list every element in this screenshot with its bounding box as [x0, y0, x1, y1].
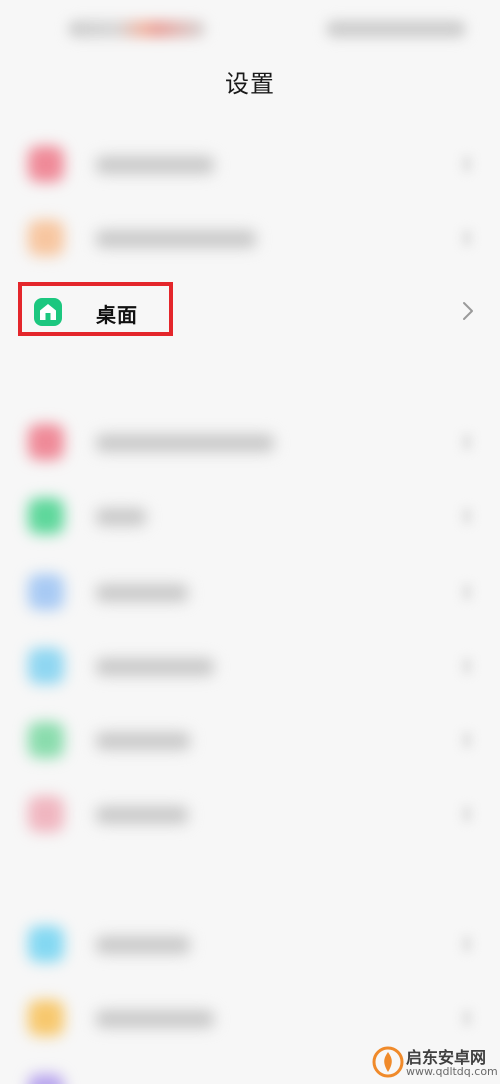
blurred-item-label	[96, 434, 274, 452]
watermark: 启东安卓网 www.qdltdq.com	[372, 1040, 500, 1084]
blurred-item-icon	[28, 648, 64, 684]
page-title: 设置	[225, 70, 275, 98]
chevron-right-icon	[462, 936, 472, 952]
settings-item-blurred[interactable]	[0, 784, 500, 844]
chevron-right-icon	[462, 658, 472, 674]
status-bar-left-blurred	[68, 20, 206, 38]
settings-item-blurred[interactable]	[0, 710, 500, 770]
blurred-item-label	[96, 806, 188, 824]
settings-item-blurred[interactable]	[0, 988, 500, 1048]
chevron-right-icon	[462, 806, 472, 822]
blurred-item-label	[96, 584, 188, 602]
blurred-item-icon	[28, 722, 64, 758]
chevron-right-icon	[462, 508, 472, 524]
blurred-item-icon	[28, 498, 64, 534]
blurred-item-icon	[28, 574, 64, 610]
settings-item-blurred[interactable]	[0, 636, 500, 696]
blurred-item-icon	[28, 220, 64, 256]
settings-item-blurred[interactable]	[0, 562, 500, 622]
blurred-item-label	[96, 156, 214, 174]
watermark-url: www.qdltdq.com	[406, 1065, 498, 1078]
chevron-right-icon	[462, 434, 472, 450]
chevron-right-icon	[462, 230, 472, 246]
settings-screen: 设置 桌面 启东安卓网 www.qdltdq.com	[0, 0, 500, 1084]
blurred-item-icon	[28, 146, 64, 182]
blurred-item-label	[96, 732, 190, 750]
blurred-item-icon	[28, 1000, 64, 1036]
blurred-item-label	[96, 1010, 214, 1028]
status-bar	[0, 0, 500, 60]
status-bar-right-blurred	[326, 20, 466, 38]
blurred-item-icon	[28, 926, 64, 962]
blurred-item-icon	[28, 424, 64, 460]
blurred-item-label	[96, 508, 146, 526]
red-highlight-box	[18, 282, 173, 336]
blurred-item-icon	[28, 796, 64, 832]
blurred-item-icon	[28, 1074, 64, 1084]
blurred-item-label	[96, 230, 256, 248]
chevron-right-icon	[462, 584, 472, 600]
chevron-right-icon	[462, 301, 474, 325]
settings-item-blurred[interactable]	[0, 914, 500, 974]
settings-item-blurred[interactable]	[0, 412, 500, 472]
chevron-right-icon	[462, 1010, 472, 1026]
watermark-logo-icon	[372, 1046, 404, 1078]
blurred-item-label	[96, 658, 214, 676]
blurred-item-label	[96, 936, 190, 954]
settings-item-blurred[interactable]	[0, 486, 500, 546]
settings-item-blurred[interactable]	[0, 134, 500, 194]
chevron-right-icon	[462, 732, 472, 748]
chevron-right-icon	[462, 156, 472, 172]
settings-item-blurred[interactable]	[0, 208, 500, 268]
